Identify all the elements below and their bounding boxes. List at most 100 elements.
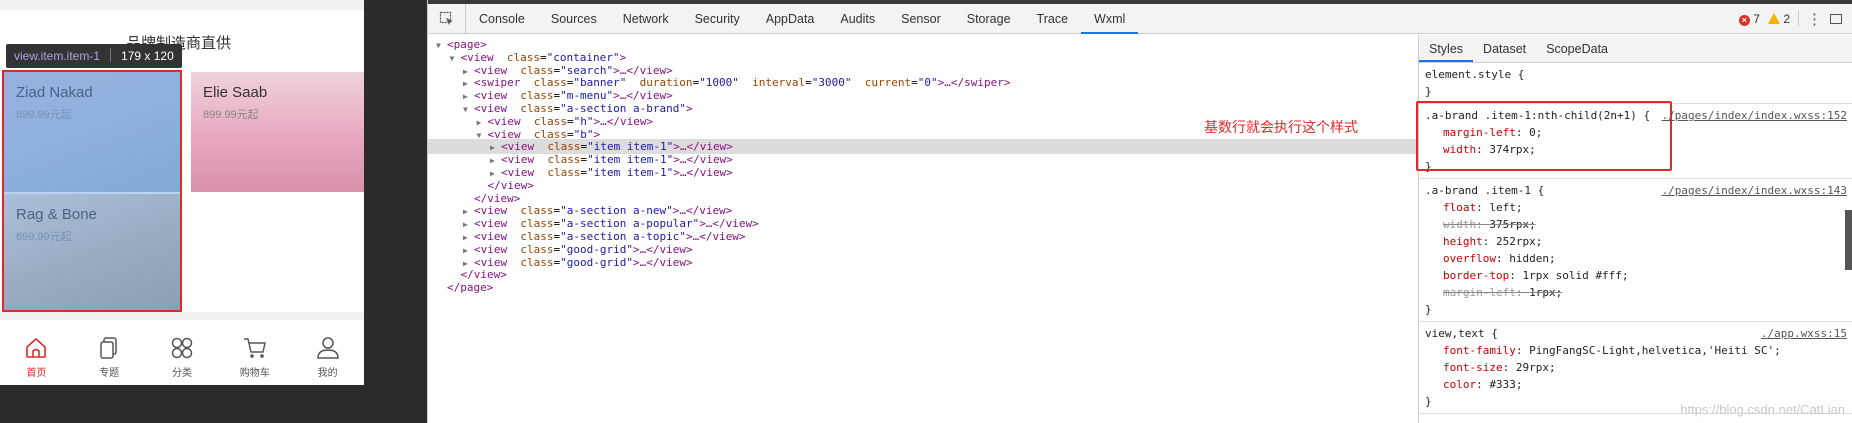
property-value: 252rpx; [1496,235,1543,248]
phone-screen: 品牌制造商直供 Ziad Nakad 899.99元起 Elie Saab 89… [0,0,364,385]
tab-home[interactable]: 首页 [0,329,73,385]
style-rule: view,text {./app.wxss:15 font-family: Pin… [1419,322,1852,414]
annotation-box [1416,101,1672,171]
inspect-tooltip: view.item.item-1 179 x 120 [6,44,182,68]
home-icon [26,338,47,358]
warning-count: 2 [1783,12,1790,26]
more-options-icon[interactable]: ⋮ [1807,10,1822,28]
rule-selector: element.style { [1425,68,1525,81]
style-property[interactable]: font-family: PingFangSC-Light,helvetica,… [1425,342,1847,359]
property-name: height [1443,235,1483,248]
tab-label: 专题 [99,368,120,379]
tab-security[interactable]: Security [682,4,753,34]
property-colon: : [1495,252,1510,265]
tab-mine[interactable]: 我的 [291,329,364,385]
styles-pane: Styles Dataset ScopeData element.style {… [1418,35,1852,423]
wxml-tree: ▼ <page> ▼ <view class="container"> ▶ <view c… [428,35,1418,423]
tab-audits[interactable]: Audits [827,4,888,34]
simulator-panel: 品牌制造商直供 Ziad Nakad 899.99元起 Elie Saab 89… [0,0,364,423]
style-property[interactable]: font-size: 29rpx; [1425,359,1847,376]
tab-scopedata[interactable]: ScopeData [1536,35,1618,62]
tab-topic[interactable]: 专题 [73,329,146,385]
cart-icon [243,338,266,358]
rule-source-link[interactable]: ./pages/index/index.wxss:143 [1662,182,1847,199]
tab-trace[interactable]: Trace [1024,4,1082,34]
inspect-cursor-icon [439,11,453,25]
tab-wxml[interactable]: Wxml [1081,4,1139,34]
style-property[interactable]: float: left; [1425,199,1847,216]
style-property[interactable]: width: 375rpx; [1425,216,1847,233]
tab-bar: 首页 专题 分类 购物车 我的 [0,329,364,385]
property-name: width [1443,218,1477,231]
warning-icon [1767,13,1780,24]
rule-source-link[interactable]: ./app.wxss:15 [1761,325,1847,342]
brand-name: Elie Saab [203,84,268,101]
tab-storage[interactable]: Storage [954,4,1024,34]
wxml-node[interactable]: </page> [428,280,1418,295]
devtools-panel: Console Sources Network Security AppData… [427,0,1852,423]
topic-icon [100,337,117,359]
style-property[interactable]: border-top: 1rpx solid #fff; [1425,267,1847,284]
property-name: font-family [1443,344,1516,357]
property-value: 1rpx; [1529,286,1563,299]
property-value: hidden; [1509,252,1556,265]
user-icon [316,337,339,359]
top-divider [0,0,364,10]
tab-cart[interactable]: 购物车 [218,329,291,385]
rule-close-brace: } [1425,85,1432,98]
tab-category[interactable]: 分类 [146,329,219,385]
property-name: float [1443,201,1477,214]
tab-network[interactable]: Network [610,4,682,34]
scrollbar-thumb[interactable] [1845,210,1852,270]
rule-source-link[interactable]: ./pages/index/index.wxss:152 [1662,107,1847,124]
property-name: overflow [1443,252,1496,265]
tab-label: 分类 [171,368,192,379]
error-icon: × [1738,15,1750,26]
property-colon: : [1482,235,1496,248]
tab-sources[interactable]: Sources [538,4,610,34]
style-rule: .a-brand .item-1 {./pages/index/index.wx… [1419,179,1852,322]
toolbar-status: × 7 2 ⋮ [1738,4,1852,34]
inspect-selector: view.item.item-1 [14,49,101,63]
toolbar-divider [1798,11,1799,27]
inspect-size: 179 x 120 [121,49,174,63]
rule-close-brace: } [1425,303,1432,316]
property-value: #333; [1489,378,1523,391]
error-counter[interactable]: × 7 [1738,12,1760,26]
property-name: font-size [1443,361,1503,374]
tab-label: 我的 [317,368,338,379]
property-colon: : [1476,218,1490,231]
dock-side-icon[interactable] [1830,14,1842,24]
inspect-element-button[interactable] [428,3,466,34]
style-property[interactable]: margin-left: 1rpx; [1425,284,1847,301]
tab-styles[interactable]: Styles [1419,35,1474,62]
devtools-tabs: Console Sources Network Security AppData… [466,4,1139,34]
tab-appdata[interactable]: AppData [753,4,828,34]
brand-item[interactable]: Elie Saab 899.99元起 [191,72,364,192]
annotation-text: 基数行就会执行这个样式 [1204,120,1358,136]
inspect-highlight [2,70,182,312]
style-rule: element.style {} [1419,63,1852,104]
property-colon: : [1502,361,1516,374]
style-property[interactable]: color: #333; [1425,376,1847,393]
tab-sensor[interactable]: Sensor [888,4,954,34]
style-property[interactable]: overflow: hidden; [1425,250,1847,267]
property-value: PingFangSC-Light,helvetica,'Heiti SC'; [1529,344,1781,357]
property-name: margin-left [1443,286,1516,299]
property-value: 375rpx; [1489,218,1536,231]
property-value: 29rpx; [1515,361,1556,374]
devtools-toolbar: Console Sources Network Security AppData… [428,3,1852,34]
property-colon: : [1476,378,1490,391]
error-count: 7 [1753,12,1760,26]
property-colon: : [1476,201,1490,214]
watermark: https://blog.csdn.net/CatLian [1680,402,1845,417]
property-colon: : [1515,286,1530,299]
property-colon: : [1509,269,1523,282]
tab-dataset[interactable]: Dataset [1473,35,1536,62]
tab-label: 首页 [26,368,47,379]
tab-console[interactable]: Console [466,4,538,34]
warning-counter[interactable]: 2 [1767,12,1790,26]
node-tag: </page> [447,281,494,295]
style-property[interactable]: height: 252rpx; [1425,233,1847,250]
property-value: left; [1489,201,1523,214]
